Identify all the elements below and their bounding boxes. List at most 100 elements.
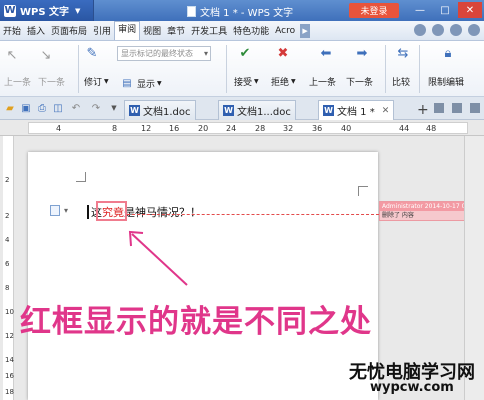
show-button[interactable]: ▤ 显示 ▼ <box>119 75 161 91</box>
skin-icon[interactable] <box>414 24 426 36</box>
up-arrow-icon[interactable] <box>468 24 480 36</box>
help-icon[interactable] <box>450 24 462 36</box>
tab-strip-right-icons <box>434 103 480 113</box>
vertical-ruler: 2 2 4 6 8 10 12 14 16 18 <box>0 136 16 400</box>
text-cursor <box>87 205 89 219</box>
login-button[interactable]: 未登录 <box>349 3 399 18</box>
window-controls: — □ ✕ <box>408 2 482 18</box>
ruler-tick: 12 <box>5 332 14 340</box>
accept-icon: ✔ <box>239 45 251 61</box>
prev-button[interactable]: 上一条 <box>4 75 31 88</box>
minimize-icon[interactable]: — <box>408 2 432 18</box>
redo-icon[interactable]: ↷ <box>90 101 102 115</box>
revise-icon: ✎ <box>86 45 98 61</box>
window-title: 文档 1 * - WPS 文字 <box>187 4 293 19</box>
print-icon[interactable]: ⎙ <box>36 101 48 115</box>
restrict-label-row[interactable]: 限制编辑 <box>428 75 464 88</box>
ruler-tick: 2 <box>5 212 10 220</box>
paragraph-icon[interactable] <box>50 205 60 216</box>
reject-button[interactable]: ✖ <box>275 45 291 61</box>
ruler-tick: 12 <box>141 124 152 133</box>
up-arrow-icon: ⬅ <box>320 45 332 61</box>
tab-document-3[interactable]: W 文档 1 * ✕ <box>318 100 395 120</box>
compare-label: 比较 <box>392 78 411 88</box>
ruler-tick: 24 <box>226 124 237 133</box>
compare-icon: ⇆ <box>397 45 409 61</box>
horizontal-ruler-scale[interactable]: 4 8 12 16 20 24 28 32 36 40 44 48 <box>28 122 468 134</box>
next-label: 下一条 <box>38 78 66 88</box>
ribbon-separator <box>385 45 386 93</box>
menu-item-home[interactable]: 开始 <box>0 24 24 37</box>
chevron-down-icon: ▼ <box>291 78 296 85</box>
accept-button[interactable]: ✔ <box>237 45 253 61</box>
show-label: 显示 <box>137 79 156 90</box>
ruler-tick: 48 <box>426 124 437 133</box>
chevron-down-icon[interactable]: ▾ <box>64 206 68 215</box>
revise-button[interactable]: ✎ <box>84 45 100 61</box>
menu-bar: 开始 插入 页面布局 引用 审阅 视图 章节 开发工具 特色功能 Acro ▶ <box>0 21 484 41</box>
quick-access-more-icon[interactable]: ▼ <box>108 101 120 115</box>
new-tab-icon[interactable]: + <box>417 102 429 118</box>
revise-label-row[interactable]: 修订 ▼ <box>84 75 109 88</box>
tab-label: 文档1.doc <box>143 107 191 118</box>
menu-item-features[interactable]: 特色功能 <box>230 24 272 37</box>
show-icon: ▤ <box>122 77 132 89</box>
menu-item-sections[interactable]: 章节 <box>164 24 188 37</box>
restrict-edit-button[interactable]: 🔒︎ <box>440 45 456 61</box>
track-changes-dropdown[interactable]: 显示标记的最终状态 ▾ <box>117 46 211 61</box>
ruler-tick: 14 <box>5 356 14 364</box>
menu-right-icons <box>414 24 480 36</box>
next-change-button[interactable]: ➡ <box>354 45 370 61</box>
chevron-down-icon: ▼ <box>104 78 109 85</box>
restrict-label: 限制编辑 <box>428 78 465 88</box>
print-preview-icon[interactable]: ◫ <box>52 101 64 115</box>
menu-more-icon[interactable]: ▶ <box>300 23 311 38</box>
next-change-label-row[interactable]: 下一条 <box>346 75 373 88</box>
highlight-box <box>96 201 127 221</box>
chevron-down-icon: ▼ <box>254 78 259 85</box>
revision-link-line <box>127 214 379 215</box>
menu-item-view[interactable]: 视图 <box>140 24 164 37</box>
maximize-icon[interactable]: □ <box>433 2 457 18</box>
reject-label: 拒绝 <box>271 78 290 88</box>
close-tab-icon[interactable]: ✕ <box>382 106 390 116</box>
prev-comment-icon: ↖ <box>6 47 18 63</box>
accept-label-row[interactable]: 接受 ▼ <box>234 75 259 88</box>
tab-list-icon[interactable] <box>434 103 444 113</box>
document-page[interactable]: ▾ 这 究竟 是神马情况？！ <box>28 152 379 400</box>
menu-item-insert[interactable]: 插入 <box>24 24 48 37</box>
menu-item-developer[interactable]: 开发工具 <box>188 24 230 37</box>
restore-window-icon[interactable] <box>452 103 462 113</box>
window-title-text: 文档 1 * - WPS 文字 <box>200 8 294 19</box>
prev-change-button[interactable]: ⬅ <box>318 45 334 61</box>
next-comment-button[interactable]: ↘ <box>38 47 54 63</box>
prev-change-label: 上一条 <box>309 78 337 88</box>
down-arrow-icon: ➡ <box>356 45 368 61</box>
undo-icon[interactable]: ↶ <box>70 101 82 115</box>
vertical-ruler-scale[interactable]: 2 2 4 6 8 10 12 14 16 18 <box>3 136 14 400</box>
reject-label-row[interactable]: 拒绝 ▼ <box>271 75 296 88</box>
compare-button[interactable]: ⇆ <box>395 45 411 61</box>
open-folder-icon[interactable]: ▰ <box>4 101 16 115</box>
tab-document-1[interactable]: W 文档1.doc <box>124 100 196 120</box>
menu-item-acrobat[interactable]: Acro <box>272 26 298 36</box>
settings-icon[interactable] <box>432 24 444 36</box>
menu-item-references[interactable]: 引用 <box>90 24 114 37</box>
horizontal-ruler: 4 8 12 16 20 24 28 32 36 40 44 48 <box>0 120 484 136</box>
save-icon[interactable]: ▣ <box>20 101 32 115</box>
track-changes-value: 显示标记的最终状态 <box>121 49 193 58</box>
compare-label-row[interactable]: 比较 <box>392 75 410 88</box>
wps-app-menu-button[interactable]: W WPS 文字 ▼ <box>0 0 94 21</box>
ribbon-separator <box>226 45 227 93</box>
menu-item-review[interactable]: 审阅 <box>114 21 141 40</box>
prev-change-label-row[interactable]: 上一条 <box>309 75 336 88</box>
menu-item-page-layout[interactable]: 页面布局 <box>48 24 90 37</box>
chevron-down-icon: ▾ <box>203 49 208 58</box>
tab-document-2[interactable]: W 文档1...doc <box>218 100 296 120</box>
prev-comment-button[interactable]: ↖ <box>4 47 20 63</box>
close-window-icon[interactable] <box>470 103 480 113</box>
next-button[interactable]: 下一条 <box>38 75 65 88</box>
tab-label: 文档1...doc <box>237 107 291 118</box>
margin-corner-mark <box>76 172 86 182</box>
close-icon[interactable]: ✕ <box>458 2 482 18</box>
